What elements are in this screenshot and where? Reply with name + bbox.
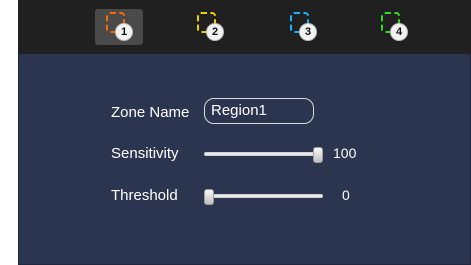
sensitivity-slider[interactable] (204, 147, 323, 163)
threshold-label: Threshold (111, 187, 178, 204)
zone-number-badge: 1 (115, 23, 133, 41)
threshold-slider[interactable] (204, 189, 323, 205)
motion-zone-panel: 1 2 3 4 Zone Name Region1 Sensitivity 10… (18, 0, 471, 265)
slider-thumb[interactable] (313, 147, 323, 163)
slider-track (204, 152, 323, 156)
zone-number-badge: 3 (299, 23, 317, 41)
slider-track (204, 194, 323, 198)
zone-number-badge: 2 (206, 23, 224, 41)
slider-thumb[interactable] (204, 189, 214, 205)
threshold-value: 0 (342, 187, 350, 203)
zone-tab-bar: 1 2 3 4 (18, 0, 471, 54)
sensitivity-label: Sensitivity (111, 145, 179, 162)
zone-name-label: Zone Name (111, 104, 190, 121)
zone-tab-4[interactable]: 4 (370, 9, 418, 45)
zone-name-input[interactable]: Region1 (204, 98, 314, 124)
zone-tab-3[interactable]: 3 (279, 9, 327, 45)
zone-number-badge: 4 (390, 23, 408, 41)
zone-tab-2[interactable]: 2 (186, 9, 234, 45)
window-frame: 1 2 3 4 Zone Name Region1 Sensitivity 10… (0, 0, 471, 265)
sensitivity-value: 100 (333, 145, 357, 161)
zone-tab-1[interactable]: 1 (95, 9, 143, 45)
